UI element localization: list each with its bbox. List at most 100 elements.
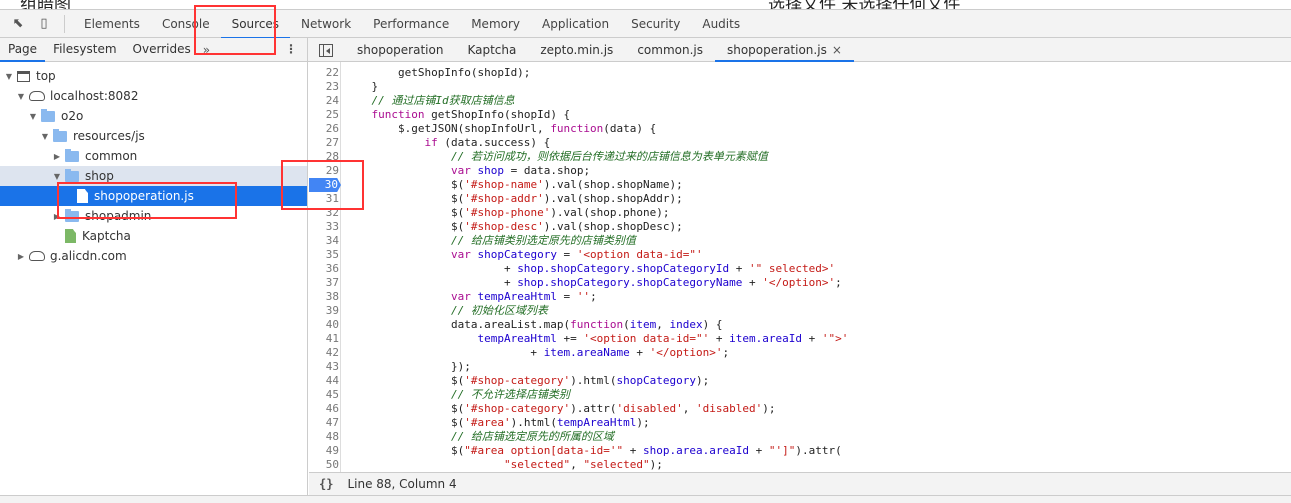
line-number[interactable]: 50 — [309, 458, 339, 472]
line-number[interactable]: 45 — [309, 388, 339, 402]
line-number[interactable]: 38 — [309, 290, 339, 304]
tree-item[interactable]: shopoperation.js — [0, 186, 307, 206]
code-token: index — [669, 318, 703, 331]
close-tab-icon[interactable]: × — [832, 43, 842, 57]
code-token: += — [556, 332, 584, 345]
tab-sources[interactable]: Sources — [220, 10, 291, 39]
tree-item[interactable]: Kaptcha — [0, 226, 307, 246]
line-number[interactable]: 41 — [309, 332, 339, 346]
code-line: $.getJSON(shopInfoUrl, function(data) { — [345, 122, 656, 136]
line-number[interactable]: 35 — [309, 248, 339, 262]
breakpoint-marker[interactable]: 30 — [309, 178, 341, 192]
tree-item[interactable]: ▼ resources/js — [0, 126, 307, 146]
code-token: + — [345, 262, 518, 275]
code-token: tempAreaHtml — [470, 290, 557, 303]
expanded-arrow-icon[interactable]: ▼ — [52, 172, 62, 181]
tab-console[interactable]: Console — [151, 10, 221, 38]
code-token: ); — [649, 458, 663, 471]
expanded-arrow-icon[interactable]: ▼ — [28, 112, 38, 121]
navigator-tabs: Page Filesystem Overrides » ⋮ — [0, 38, 308, 62]
device-toolbar-icon[interactable]: ▯ — [36, 16, 52, 32]
line-number[interactable]: 36 — [309, 262, 339, 276]
navigator-tab-page[interactable]: Page — [0, 38, 46, 62]
tab-audits[interactable]: Audits — [691, 10, 751, 38]
code-token: '#area' — [464, 416, 511, 429]
cloud-icon — [29, 251, 45, 261]
pretty-print-button[interactable]: {} — [319, 477, 333, 491]
line-number[interactable]: 47 — [309, 416, 339, 430]
line-number[interactable]: 34 — [309, 234, 339, 248]
toggle-navigator-icon[interactable] — [319, 43, 333, 57]
line-number[interactable]: 42 — [309, 346, 339, 360]
expanded-arrow-icon[interactable]: ▼ — [40, 132, 50, 141]
code-line: + shop.shopCategory.shopCategoryId + '" … — [345, 262, 835, 276]
line-number[interactable]: 44 — [309, 374, 339, 388]
line-number-gutter[interactable]: 22 23 24 25 26 27 28 29 30 31 32 33 34 35 36 37 38 39 40 41… — [309, 62, 341, 472]
code-token: '">' — [821, 332, 849, 345]
tab-application[interactable]: Application — [531, 10, 620, 38]
line-number[interactable]: 43 — [309, 360, 339, 374]
tab-network[interactable]: Network — [290, 10, 362, 38]
line-number[interactable]: 31 — [309, 192, 339, 206]
tree-item[interactable]: ▼ o2o — [0, 106, 307, 126]
file-tab[interactable]: common.js — [625, 38, 715, 62]
code-token: shopCategory — [470, 248, 557, 261]
line-number[interactable]: 29 — [309, 164, 339, 178]
line-number[interactable]: 46 — [309, 402, 339, 416]
line-number[interactable]: 24 — [309, 94, 339, 108]
folder-icon — [41, 108, 55, 122]
line-number[interactable]: 25 — [309, 108, 339, 122]
collapsed-arrow-icon[interactable]: ▶ — [16, 252, 26, 261]
line-number[interactable]: 33 — [309, 220, 339, 234]
line-number[interactable]: 39 — [309, 304, 339, 318]
tab-elements[interactable]: Elements — [73, 10, 151, 38]
line-number[interactable]: 22 — [309, 66, 339, 80]
code-token: = data.shop; — [503, 164, 591, 177]
inspect-element-icon[interactable]: ⬉ — [10, 16, 26, 32]
file-green-icon — [65, 229, 76, 243]
code-editor[interactable]: 22 23 24 25 26 27 28 29 30 31 32 33 34 35 36 37 38 39 40 41… — [309, 62, 1291, 472]
line-number[interactable]: 37 — [309, 276, 339, 290]
file-tab[interactable]: zepto.min.js — [528, 38, 625, 62]
navigator-tab-overrides[interactable]: Overrides — [125, 38, 199, 62]
tree-item[interactable]: ▶ g.alicdn.com — [0, 246, 307, 266]
line-number[interactable]: 40 — [309, 318, 339, 332]
tab-security[interactable]: Security — [620, 10, 691, 38]
navigator-menu-icon[interactable]: ⋮ — [285, 42, 297, 56]
code-token: '<option data-id="' — [576, 248, 703, 261]
expanded-arrow-icon[interactable]: ▼ — [16, 92, 26, 101]
more-tabs-button[interactable]: » — [203, 43, 210, 57]
line-number[interactable]: 48 — [309, 430, 339, 444]
file-tab[interactable]: Kaptcha — [455, 38, 528, 62]
line-number[interactable]: 28 — [309, 150, 339, 164]
tree-item[interactable]: ▼ top — [0, 66, 307, 86]
line-number[interactable]: 23 — [309, 80, 339, 94]
code-line: $("#area option[data-id='" + shop.area.a… — [345, 444, 842, 458]
collapsed-arrow-icon[interactable]: ▶ — [52, 152, 62, 161]
tree-item[interactable]: ▶ common — [0, 146, 307, 166]
code-line: // 给店铺类别选定原先的店铺类别值 — [345, 234, 636, 248]
page-heading-fragment: 组暗图 — [20, 0, 71, 9]
line-number[interactable]: 32 — [309, 206, 339, 220]
line-number[interactable]: 49 — [309, 444, 339, 458]
code-token: '" selected>' — [748, 262, 836, 275]
tab-performance[interactable]: Performance — [362, 10, 460, 38]
collapsed-arrow-icon[interactable]: ▶ — [52, 212, 62, 221]
file-tab[interactable]: shopoperation.js × — [714, 38, 854, 62]
tree-item[interactable]: ▼ localhost:8082 — [0, 86, 307, 106]
file-input-fragment[interactable]: 选择文件 未选择任何文件 — [768, 0, 960, 9]
file-tab[interactable]: shopoperation — [345, 38, 455, 62]
code-token: + — [623, 444, 644, 457]
line-number[interactable]: 26 — [309, 122, 339, 136]
tree-item[interactable]: ▼ shop — [0, 166, 307, 186]
code-token: item.areaName — [543, 346, 630, 359]
line-number[interactable]: 27 — [309, 136, 339, 150]
tab-memory[interactable]: Memory — [460, 10, 531, 38]
navigator-tab-filesystem[interactable]: Filesystem — [45, 38, 124, 62]
code-token: // 给店铺选定原先的所属的区域 — [345, 430, 614, 443]
code-token: = — [556, 248, 577, 261]
tree-item[interactable]: ▶ shopadmin — [0, 206, 307, 226]
code-token: '</option>' — [649, 346, 723, 359]
code-token: item.areaId — [729, 332, 802, 345]
expanded-arrow-icon[interactable]: ▼ — [4, 72, 14, 81]
